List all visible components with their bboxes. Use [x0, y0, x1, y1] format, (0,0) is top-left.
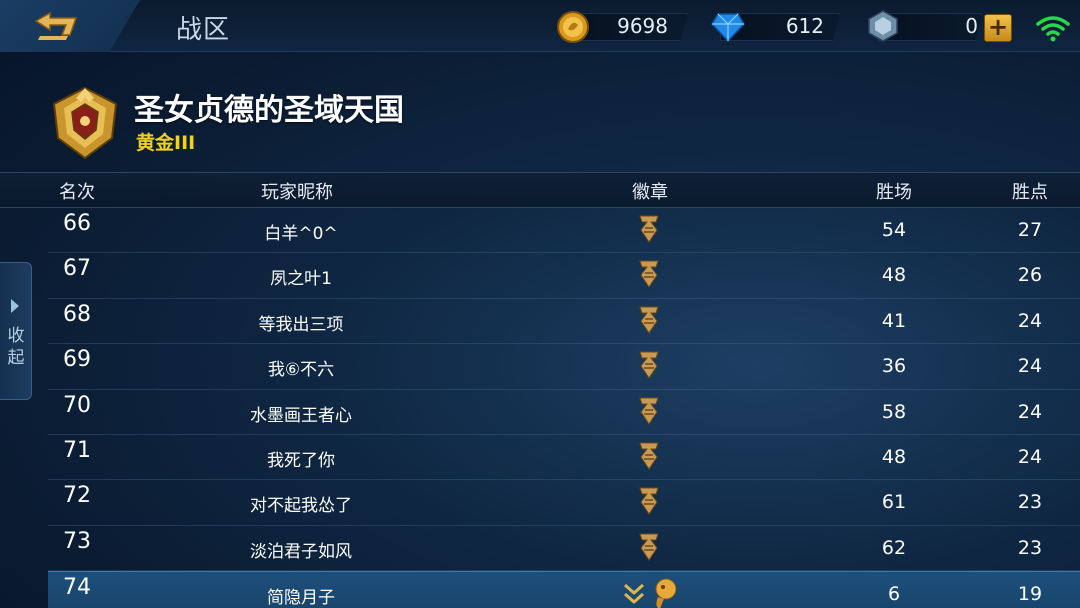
name-cell: 水墨画王者心 — [250, 405, 352, 426]
points-cell: 24 — [1017, 445, 1043, 468]
points-cell: 27 — [1017, 219, 1043, 241]
zone-title: 圣女贞德的圣域天国 — [134, 93, 404, 128]
table-row-current-player[interactable]: 74 简隐月子 6 19 — [48, 571, 1080, 608]
badge-icon — [639, 533, 659, 561]
badge-icon — [639, 487, 659, 516]
collapse-tab[interactable]: 收起 — [0, 262, 32, 400]
rank-cell: 66 — [63, 211, 91, 236]
chevron-down-icon — [624, 584, 644, 604]
name-cell: 我⑥不六 — [267, 360, 335, 381]
rank-cell: 72 — [63, 483, 91, 509]
collapse-label: 收起 — [7, 326, 25, 368]
col-rank: 名次 — [59, 182, 95, 203]
wins-cell: 62 — [881, 536, 907, 559]
col-badge: 徽章 — [632, 182, 668, 203]
diamond-value: 612 — [785, 14, 824, 38]
name-cell: 我死了你 — [267, 450, 335, 471]
rank-cell: 68 — [63, 301, 91, 327]
table-row[interactable]: 72 对不起我怂了 61 23 — [48, 480, 1080, 526]
points-cell: 23 — [1017, 536, 1043, 559]
table-row[interactable]: 68 等我出三项 41 24 — [48, 299, 1080, 345]
points-cell: 26 — [1017, 264, 1043, 287]
top-bar: 战区 9698 612 0 + — [0, 0, 1080, 52]
name-cell: 淡泊君子如风 — [250, 541, 352, 562]
wins-cell: 58 — [881, 400, 907, 423]
badge-icon — [639, 442, 659, 470]
points-cell: 23 — [1017, 491, 1043, 514]
wifi-icon — [1036, 16, 1070, 42]
wins-cell: 6 — [887, 583, 901, 606]
col-points: 胜点 — [1012, 182, 1048, 203]
name-cell: 对不起我怂了 — [250, 496, 352, 517]
points-cell: 24 — [1017, 400, 1043, 423]
rank-cell: 73 — [63, 528, 91, 554]
table-header: 名次 玩家昵称 徽章 胜场 胜点 — [0, 172, 1080, 208]
points-cell: 24 — [1017, 309, 1043, 332]
col-wins: 胜场 — [876, 182, 912, 203]
col-name: 玩家昵称 — [261, 182, 333, 203]
mascot-icon — [655, 578, 677, 608]
coupon-value: 0 — [965, 14, 978, 38]
badge-icon — [639, 215, 659, 243]
triangle-arrow-icon — [11, 299, 19, 313]
points-cell: 24 — [1017, 355, 1043, 378]
name-cell: 夙之叶1 — [270, 269, 332, 290]
wins-cell: 48 — [881, 264, 907, 287]
rank-cell: 70 — [63, 392, 91, 418]
gold-coin-icon — [557, 11, 589, 43]
rank-emblem-icon — [52, 86, 118, 160]
name-cell: 简隐月子 — [267, 588, 335, 608]
table-row[interactable]: 67 夙之叶1 48 26 — [48, 253, 1080, 299]
points-cell: 19 — [1017, 583, 1043, 606]
name-cell: 白羊^0^ — [264, 224, 338, 244]
ranking-list: 66 白羊^0^ 54 27 67 夙之叶1 48 26 68 等我出三项 41… — [48, 208, 1080, 608]
back-arrow-icon — [34, 11, 78, 40]
name-cell: 等我出三项 — [258, 314, 344, 335]
table-row[interactable]: 66 白羊^0^ 54 27 — [48, 208, 1080, 254]
table-row[interactable]: 69 我⑥不六 36 24 — [48, 344, 1080, 390]
rank-cell: 74 — [63, 575, 91, 601]
badge-icon — [639, 351, 659, 380]
diamond-icon — [711, 13, 745, 43]
badge-icon — [639, 306, 659, 334]
badge-icon — [639, 260, 659, 289]
rank-cell: 69 — [63, 347, 91, 373]
wins-cell: 36 — [881, 355, 907, 378]
wins-cell: 61 — [881, 491, 907, 514]
back-button[interactable] — [0, 0, 140, 52]
plus-icon: + — [987, 13, 1009, 41]
coupon-icon — [868, 10, 898, 42]
wins-cell: 41 — [881, 309, 907, 332]
table-row[interactable]: 73 淡泊君子如风 62 23 — [48, 526, 1080, 572]
add-currency-button[interactable]: + — [984, 14, 1012, 42]
rank-cell: 71 — [63, 437, 91, 463]
wins-cell: 54 — [881, 219, 907, 241]
gold-value: 9698 — [617, 14, 668, 38]
table-row[interactable]: 71 我死了你 48 24 — [48, 435, 1080, 481]
tier-label: 黄金III — [136, 132, 196, 154]
rank-cell: 67 — [63, 256, 91, 282]
page-title: 战区 — [176, 15, 231, 45]
wins-cell: 48 — [881, 445, 907, 468]
badge-icon — [639, 397, 659, 425]
table-row[interactable]: 70 水墨画王者心 58 24 — [48, 390, 1080, 435]
